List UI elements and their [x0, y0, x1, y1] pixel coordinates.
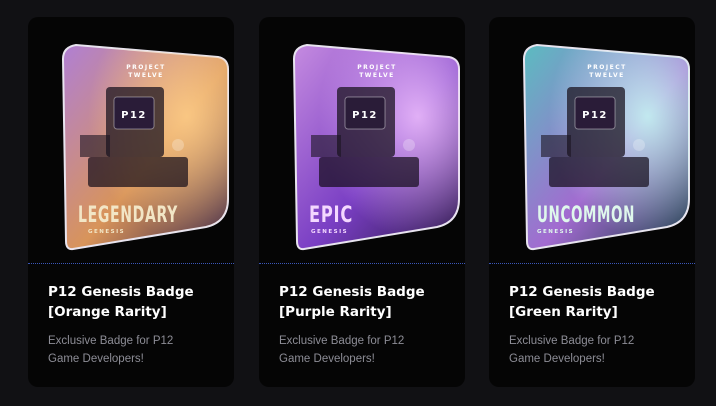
badge-subtitle: GENESIS — [311, 229, 348, 235]
badge-card-purple[interactable]: PROJECT TWELVE P12 EPIC GENESIS P12 Gene… — [259, 17, 465, 387]
badge-screen-text: P12 — [121, 110, 147, 121]
card-description: Exclusive Badge for P12 Game Developers! — [48, 332, 223, 368]
badge-rarity-text: EPIC — [309, 203, 353, 228]
card-title-rarity: [Orange Rarity] — [48, 304, 167, 320]
card-title: P12 Genesis Badge [Green Rarity] — [509, 282, 689, 322]
badge-card-orange[interactable]: PROJECT TWELVE P12 LEGENDARY GENESIS P12… — [28, 17, 234, 387]
badge-header-line1: PROJECT — [126, 64, 165, 71]
badge-header-line2: TWELVE — [589, 72, 625, 79]
card-description: Exclusive Badge for P12 Game Developers! — [509, 332, 684, 368]
badge-header-line2: TWELVE — [128, 72, 164, 79]
card-title: P12 Genesis Badge [Purple Rarity] — [279, 282, 459, 322]
badge-card-green[interactable]: PROJECT TWELVE P12 UNCOMMON GENESIS P12 … — [489, 17, 695, 387]
card-description: Exclusive Badge for P12 Game Developers! — [279, 332, 454, 368]
card-description-line1: Exclusive Badge for P12 — [48, 335, 174, 347]
badge-subtitle: GENESIS — [88, 229, 125, 235]
card-description-line2: Game Developers! — [48, 353, 144, 365]
card-description-line1: Exclusive Badge for P12 — [279, 335, 405, 347]
card-title-name: P12 Genesis Badge — [48, 284, 194, 300]
card-title-rarity: [Green Rarity] — [509, 304, 618, 320]
badge-screen-text: P12 — [352, 110, 378, 121]
badge-image: PROJECT TWELVE P12 EPIC GENESIS — [259, 17, 465, 264]
card-title-rarity: [Purple Rarity] — [279, 304, 392, 320]
card-description-line2: Game Developers! — [509, 353, 605, 365]
card-divider — [28, 263, 234, 264]
badge-screen-text: P12 — [582, 110, 608, 121]
badge-grid: PROJECT TWELVE P12 LEGENDARY GENESIS P12… — [0, 0, 716, 406]
badge-rarity-text: UNCOMMON — [537, 203, 635, 228]
card-divider — [489, 263, 695, 264]
badge-image: PROJECT TWELVE P12 UNCOMMON GENESIS — [489, 17, 695, 264]
card-divider — [259, 263, 465, 264]
card-description-line1: Exclusive Badge for P12 — [509, 335, 635, 347]
badge-subtitle: GENESIS — [537, 229, 574, 235]
card-description-line2: Game Developers! — [279, 353, 375, 365]
badge-header-line1: PROJECT — [587, 64, 626, 71]
card-title: P12 Genesis Badge [Orange Rarity] — [48, 282, 228, 322]
card-title-name: P12 Genesis Badge — [509, 284, 655, 300]
badge-header-line1: PROJECT — [357, 64, 396, 71]
card-title-name: P12 Genesis Badge — [279, 284, 425, 300]
badge-image: PROJECT TWELVE P12 LEGENDARY GENESIS — [28, 17, 234, 264]
badge-rarity-text: LEGENDARY — [78, 203, 178, 228]
badge-header-line2: TWELVE — [359, 72, 395, 79]
